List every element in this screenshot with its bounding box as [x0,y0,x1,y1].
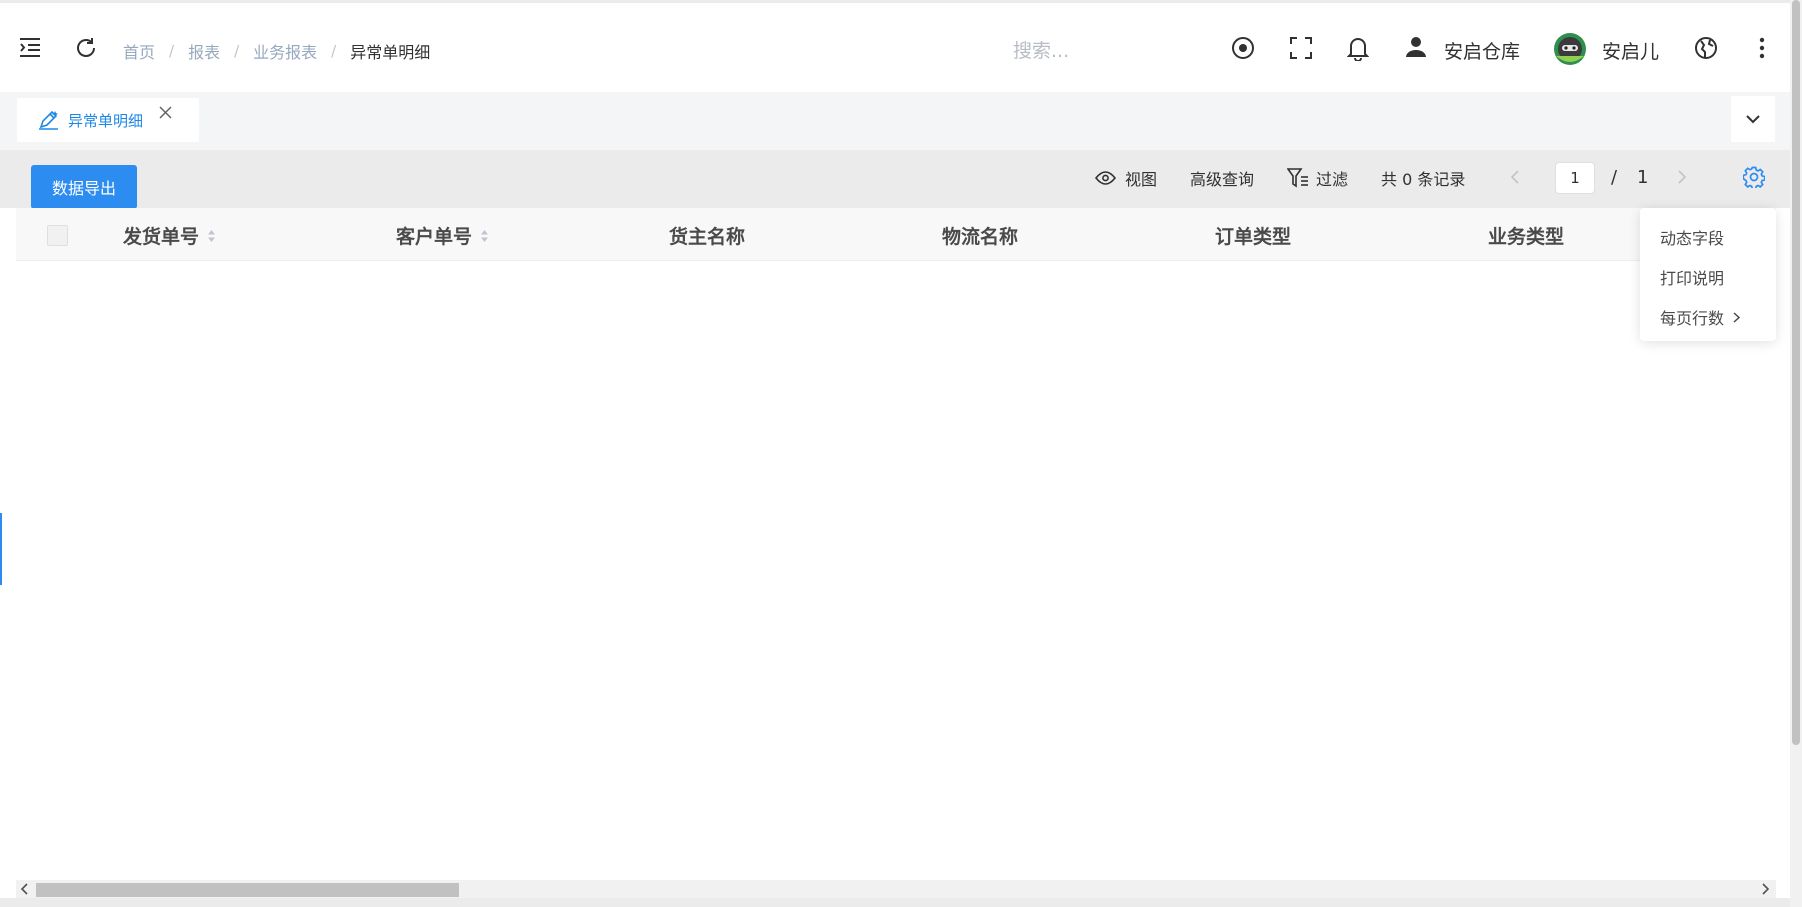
settings-dropdown-menu: 动态字段 打印说明 每页行数 [1640,208,1776,341]
menu-item-rows-per-page[interactable]: 每页行数 [1660,305,1741,329]
total-pages: 1 [1637,167,1649,188]
user-name[interactable]: 安启儿 [1602,37,1659,64]
breadcrumb-current: 异常单明细 [350,43,431,62]
user-icon [1405,36,1427,58]
breadcrumb-separator: / [331,42,337,60]
breadcrumb-item-home[interactable]: 首页 [123,39,155,63]
menu-item-print-instructions[interactable]: 打印说明 [1660,265,1724,289]
chevron-right-icon[interactable] [1678,170,1687,184]
record-count: 共 0 条记录 [1381,170,1466,189]
menu-item-dynamic-fields[interactable]: 动态字段 [1660,225,1724,249]
column-header-shipment-no[interactable]: 发货单号 [123,222,216,249]
close-icon[interactable] [159,106,172,119]
column-header-owner-name[interactable]: 货主名称 [669,222,745,249]
horizontal-scrollbar[interactable] [16,880,1776,898]
sort-icon[interactable] [480,229,489,243]
page-number-input[interactable]: 1 [1555,162,1595,194]
left-edge-accent [0,513,2,585]
breadcrumb-separator: / [169,42,175,60]
column-header-business-type[interactable]: 业务类型 [1488,222,1564,249]
more-vertical-icon[interactable] [1758,37,1766,59]
tab-exception-detail[interactable]: 异常单明细 [17,98,199,142]
column-header-label: 客户单号 [396,226,473,248]
scroll-right-icon[interactable] [1762,883,1770,895]
export-data-button[interactable]: 数据导出 [31,165,137,209]
page-bottom-border [0,898,1790,907]
tabs-dropdown-button[interactable] [1731,96,1775,142]
filter-button[interactable]: 过滤 [1287,167,1348,189]
data-table: 发货单号 客户单号 货主名称 物流名称 订单类型 业务类型 [16,208,1776,898]
warehouse-name[interactable]: 安启仓库 [1444,37,1520,64]
chevron-left-icon[interactable] [1510,170,1519,184]
menu-item-label: 每页行数 [1660,309,1725,328]
breadcrumb-item-business-reports[interactable]: 业务报表 [253,39,317,63]
vertical-scrollbar[interactable] [1790,0,1802,907]
breadcrumb-separator: / [234,42,240,60]
filter-label: 过滤 [1316,170,1349,189]
table-toolbar: 数据导出 视图 高级查询 过滤 共 0 条记录 1 / 1 [0,150,1790,209]
search-input[interactable]: 搜索... [1013,36,1069,63]
target-icon[interactable] [1231,36,1255,60]
refresh-icon[interactable] [74,36,98,60]
horizontal-scroll-thumb[interactable] [36,883,459,897]
view-button[interactable]: 视图 [1095,167,1157,189]
advanced-query-button[interactable]: 高级查询 [1190,167,1254,189]
column-header-customer-no[interactable]: 客户单号 [396,222,489,249]
chevron-down-icon [1746,114,1760,124]
globe-icon[interactable] [1694,36,1718,60]
select-all-checkbox[interactable] [47,225,68,246]
view-label: 视图 [1125,170,1158,189]
edit-icon [38,110,60,130]
page-separator: / [1611,167,1618,188]
table-header: 发货单号 客户单号 货主名称 物流名称 订单类型 业务类型 [16,208,1776,261]
fullscreen-icon[interactable] [1289,36,1313,60]
column-header-logistics-name[interactable]: 物流名称 [942,222,1018,249]
breadcrumb: 首页 / 报表 / 业务报表 / 异常单明细 [123,39,430,63]
chevron-right-icon [1733,311,1741,323]
column-header-order-type[interactable]: 订单类型 [1215,222,1291,249]
breadcrumb-item-reports[interactable]: 报表 [188,39,220,63]
avatar[interactable] [1553,32,1587,66]
tab-label: 异常单明细 [68,111,144,130]
eye-icon [1095,171,1116,185]
top-navbar: 首页 / 报表 / 业务报表 / 异常单明细 搜索... 安启仓库 安启儿 [0,0,1790,93]
bell-icon[interactable] [1347,35,1369,61]
filter-icon [1287,168,1309,188]
menu-fold-icon[interactable] [18,36,42,58]
vertical-scroll-thumb[interactable] [1792,0,1800,745]
sort-icon[interactable] [207,229,216,243]
column-header-label: 发货单号 [123,226,200,248]
gear-icon[interactable] [1743,166,1765,188]
scroll-left-icon[interactable] [20,883,28,895]
tabs-bar: 异常单明细 [0,92,1790,150]
